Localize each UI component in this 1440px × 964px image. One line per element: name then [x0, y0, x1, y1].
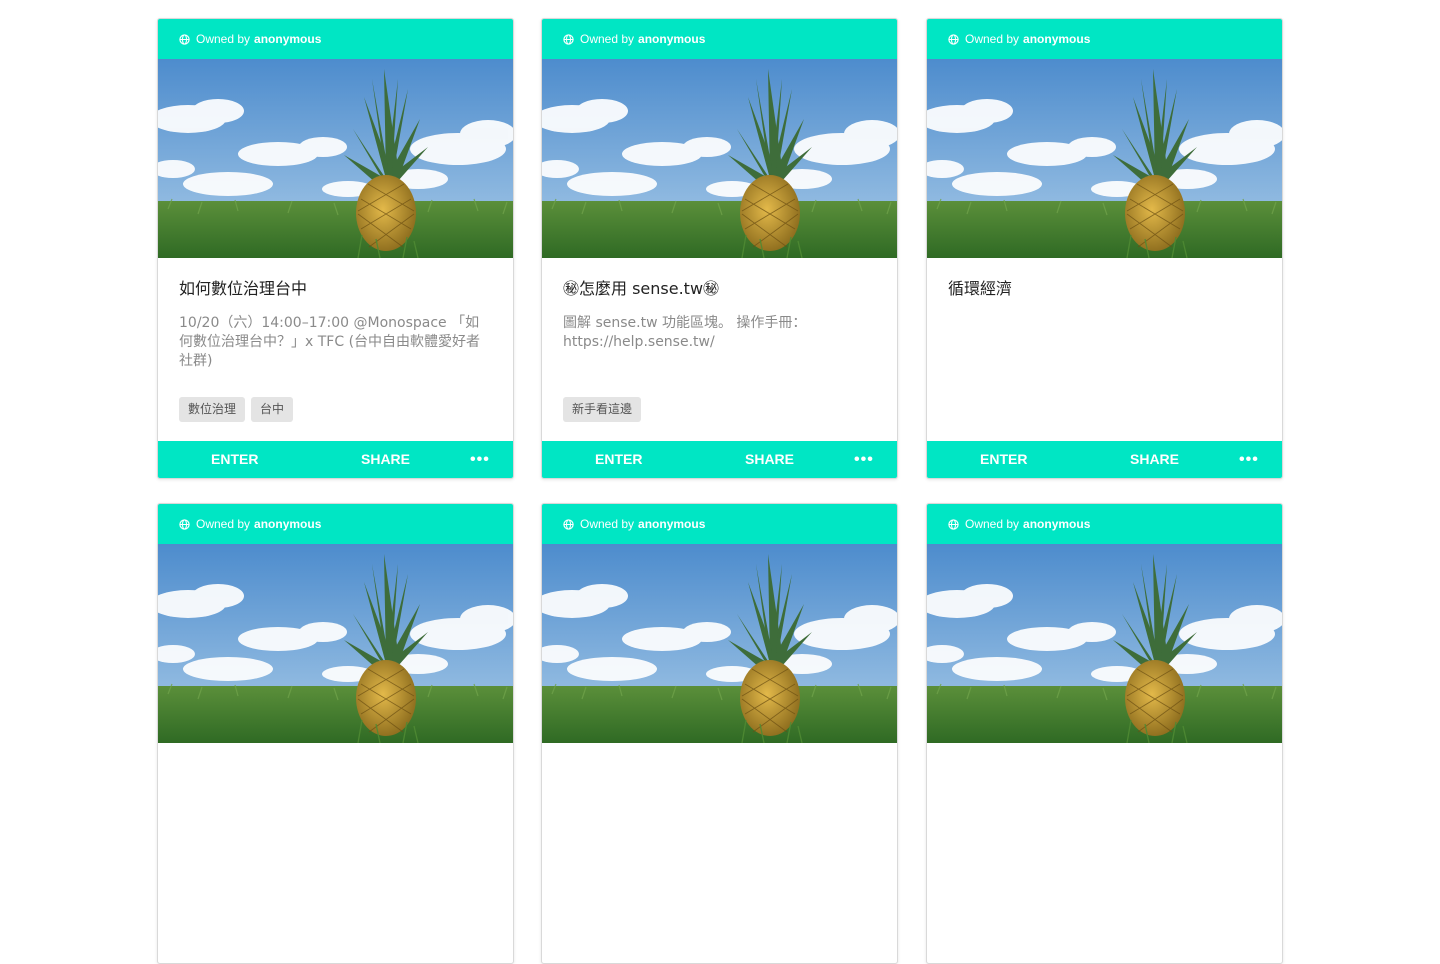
- cover-image: [927, 544, 1282, 743]
- map-card-grid: Owned by anonymous 如何數位治理台中 10/20（六）14:0…: [157, 18, 1284, 964]
- cover-image: [927, 59, 1282, 258]
- cover-image: [158, 59, 513, 258]
- globe-icon: [179, 33, 190, 45]
- globe-icon: [563, 518, 574, 530]
- card-description: 10/20（六）14:00–17:00 @Monospace 「如何數位治理台中…: [179, 315, 481, 369]
- globe-icon: [179, 518, 190, 530]
- owner-name: anonymous: [1023, 517, 1091, 531]
- owner-prefix: Owned by: [196, 517, 251, 531]
- owner-prefix: Owned by: [965, 517, 1020, 531]
- tag-list: 數位治理 台中: [179, 397, 294, 422]
- owner-prefix: Owned by: [196, 32, 251, 46]
- owner-name: anonymous: [254, 517, 322, 531]
- share-button[interactable]: SHARE: [1130, 441, 1179, 478]
- enter-button[interactable]: ENTER: [595, 441, 642, 478]
- owner-name: anonymous: [1023, 32, 1091, 46]
- owner-prefix: Owned by: [965, 32, 1020, 46]
- card-title: 循環經濟: [948, 279, 1013, 298]
- owner-prefix: Owned by: [580, 517, 635, 531]
- tag[interactable]: 新手看這邊: [563, 397, 642, 422]
- map-card: Owned by anonymous: [157, 503, 514, 964]
- tag[interactable]: 數位治理: [179, 397, 246, 422]
- globe-icon: [948, 33, 959, 45]
- card-description: 圖解 sense.tw 功能區塊。 操作手冊：https://help.sens…: [563, 315, 807, 350]
- card-title: 如何數位治理台中: [179, 279, 308, 298]
- cover-image: [542, 59, 897, 258]
- tag-list: 新手看這邊: [563, 397, 642, 422]
- owner-bar: Owned by anonymous: [542, 504, 897, 544]
- map-card: Owned by anonymous: [926, 503, 1283, 964]
- owner-bar: Owned by anonymous: [927, 504, 1282, 544]
- card-actions: ENTER SHARE •••: [542, 441, 897, 478]
- cover-image: [158, 544, 513, 743]
- owner-name: anonymous: [254, 32, 322, 46]
- owner-bar: Owned by anonymous: [158, 19, 513, 59]
- globe-icon: [948, 518, 959, 530]
- card-actions: ENTER SHARE •••: [158, 441, 513, 478]
- enter-button[interactable]: ENTER: [980, 441, 1027, 478]
- cover-image: [542, 544, 897, 743]
- globe-icon: [563, 33, 574, 45]
- owner-bar: Owned by anonymous: [542, 19, 897, 59]
- share-button[interactable]: SHARE: [361, 441, 410, 478]
- owner-name: anonymous: [638, 32, 706, 46]
- owner-bar: Owned by anonymous: [927, 19, 1282, 59]
- map-card: Owned by anonymous: [157, 18, 514, 479]
- map-card: Owned by anonymous: [926, 18, 1283, 479]
- tag[interactable]: 台中: [251, 397, 294, 422]
- map-card: Owned by anonymous: [541, 18, 898, 479]
- map-card: Owned by anonymous: [541, 503, 898, 964]
- card-title: ㊙怎麼用 sense.tw㊙: [563, 279, 720, 298]
- more-options-icon[interactable]: •••: [854, 441, 874, 478]
- owner-prefix: Owned by: [580, 32, 635, 46]
- enter-button[interactable]: ENTER: [211, 441, 258, 478]
- owner-bar: Owned by anonymous: [158, 504, 513, 544]
- more-options-icon[interactable]: •••: [470, 441, 490, 478]
- more-options-icon[interactable]: •••: [1239, 441, 1259, 478]
- card-actions: ENTER SHARE •••: [927, 441, 1282, 478]
- owner-name: anonymous: [638, 517, 706, 531]
- share-button[interactable]: SHARE: [745, 441, 794, 478]
